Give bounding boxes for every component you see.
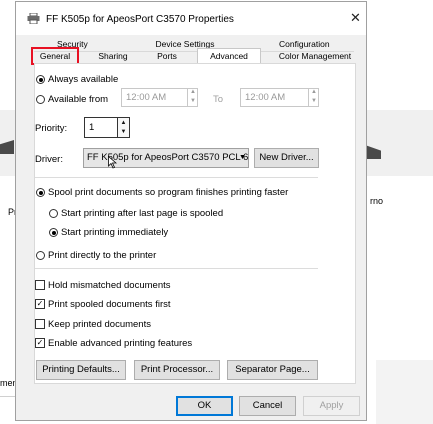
separator-page-button[interactable]: Separator Page...: [227, 360, 318, 380]
from-time-spinner[interactable]: ▲ ▼: [187, 88, 198, 107]
advanced-panel: [34, 63, 356, 384]
print-spooled-first-checkbox[interactable]: ✓: [35, 299, 45, 309]
hold-mismatched-label: Hold mismatched documents: [48, 280, 171, 291]
available-from-radio[interactable]: [36, 95, 45, 104]
section-divider: [35, 268, 318, 269]
always-available-label: Always available: [48, 74, 119, 85]
section-divider: [35, 177, 318, 178]
new-driver-button[interactable]: New Driver...: [254, 148, 319, 168]
ok-button[interactable]: OK: [176, 396, 233, 416]
to-label: To: [213, 94, 224, 105]
print-spooled-first-label: Print spooled documents first: [48, 299, 171, 310]
tab-sharing[interactable]: Sharing: [93, 50, 133, 63]
checkmark-icon: ✓: [36, 338, 44, 347]
keep-printed-checkbox[interactable]: [35, 319, 45, 329]
cancel-button[interactable]: Cancel: [239, 396, 296, 416]
chevron-down-icon[interactable]: ▼: [239, 154, 246, 161]
start-immediately-radio[interactable]: [49, 228, 58, 237]
keep-printed-label: Keep printed documents: [48, 319, 151, 330]
tab-color-management[interactable]: Color Management: [278, 50, 352, 63]
print-directly-label: Print directly to the printer: [48, 250, 157, 261]
always-available-radio[interactable]: [36, 75, 45, 84]
start-after-last-page-radio[interactable]: [49, 209, 58, 218]
enable-advanced-checkbox[interactable]: ✓: [35, 338, 45, 348]
available-from-label: Available from: [48, 94, 109, 105]
to-time-spinner[interactable]: ▲ ▼: [308, 88, 319, 107]
background-panel: [376, 360, 433, 424]
dialog-title: FF K505p for ApeosPort C3570 Properties: [46, 14, 234, 25]
driver-label: Driver:: [35, 154, 63, 165]
spool-radio[interactable]: [36, 188, 45, 197]
printer-properties-dialog: FF K505p for ApeosPort C3570 Properties …: [15, 1, 367, 421]
enable-advanced-label: Enable advanced printing features: [48, 338, 193, 349]
mouse-cursor-icon: [108, 156, 117, 169]
title-bar: FF K505p for ApeosPort C3570 Properties …: [16, 2, 366, 35]
checkmark-icon: ✓: [36, 299, 44, 308]
apply-button[interactable]: Apply: [303, 396, 360, 416]
priority-label: Priority:: [35, 123, 68, 134]
priority-input[interactable]: 1: [84, 117, 118, 138]
tab-ports[interactable]: Ports: [154, 50, 180, 63]
background-label-right: rno: [370, 196, 384, 206]
start-immediately-label: Start printing immediately: [61, 227, 169, 238]
spool-label: Spool print documents so program finishe…: [48, 187, 289, 198]
priority-spinner[interactable]: ▲ ▼: [118, 117, 130, 138]
printer-icon: [27, 13, 40, 24]
print-processor-button[interactable]: Print Processor...: [134, 360, 220, 380]
printing-defaults-button[interactable]: Printing Defaults...: [36, 360, 126, 380]
hold-mismatched-checkbox[interactable]: [35, 280, 45, 290]
print-directly-radio[interactable]: [36, 251, 45, 260]
start-after-last-page-label: Start printing after last page is spoole…: [61, 208, 224, 219]
close-icon[interactable]: ✕: [350, 11, 361, 24]
